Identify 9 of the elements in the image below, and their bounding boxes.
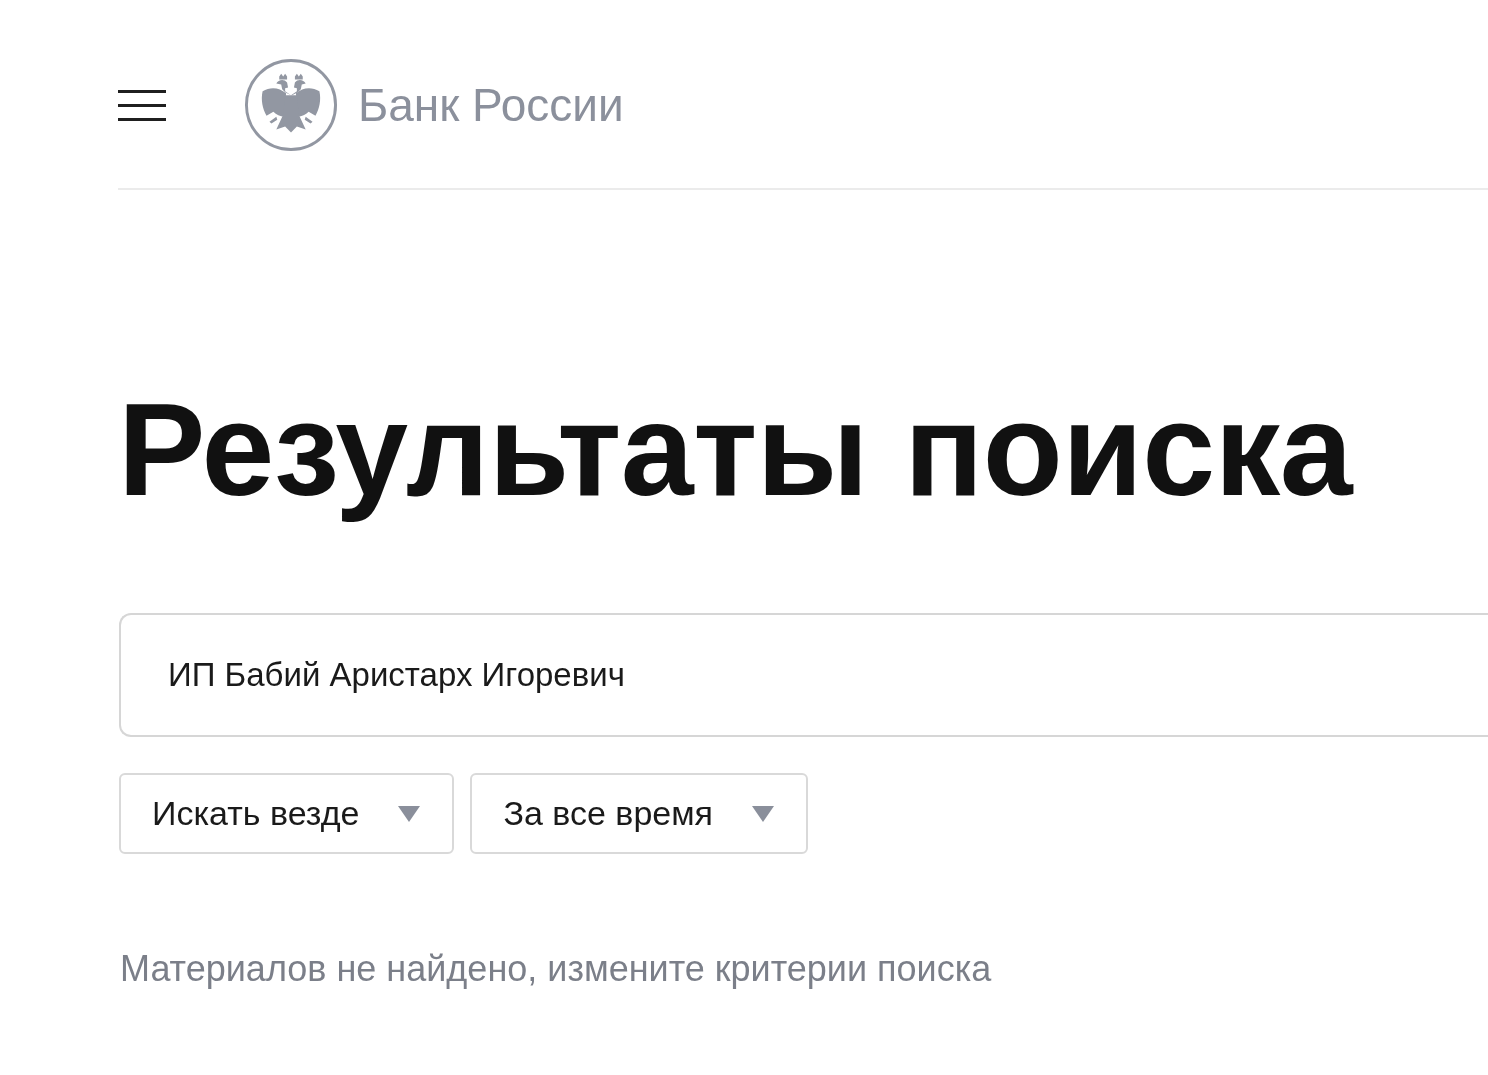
caret-icon bbox=[752, 805, 774, 822]
no-results-message: Материалов не найдено, измените критерии поиска bbox=[120, 948, 993, 991]
eagle-emblem-icon[interactable] bbox=[244, 58, 338, 152]
menu-icon[interactable] bbox=[118, 89, 166, 121]
caret-icon bbox=[398, 805, 421, 822]
filter-dropdown[interactable]: За все время bbox=[470, 773, 808, 855]
filter-dropdown[interactable]: Искать везде bbox=[119, 773, 455, 855]
page-title: Результаты поиска bbox=[118, 378, 1355, 523]
search-field[interactable]: ИП Бабий Аристарх Игоревич bbox=[119, 613, 1488, 738]
